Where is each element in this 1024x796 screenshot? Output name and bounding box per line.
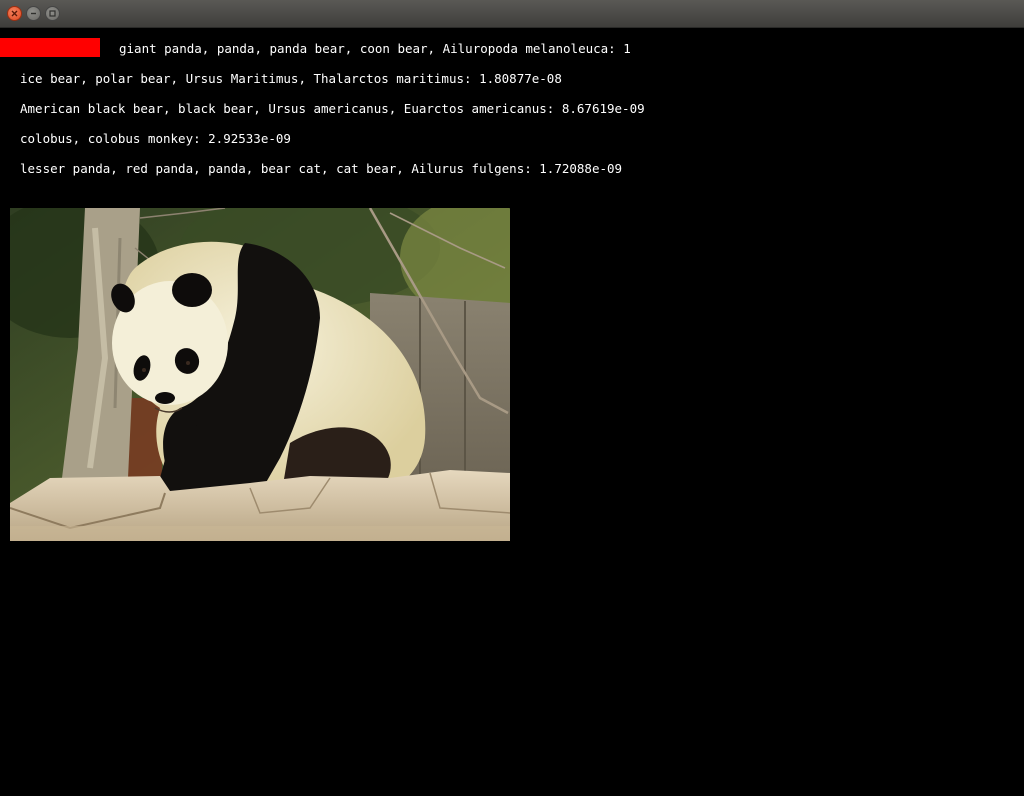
maximize-button[interactable] [45,6,60,21]
prediction-5: lesser panda, red panda, panda, bear cat… [20,161,623,176]
close-icon [11,10,18,17]
prediction-4: colobus, colobus monkey: 2.92533e-09 [20,131,291,146]
prediction-3: American black bear, black bear, Ursus a… [20,101,645,116]
input-image-panda [10,208,510,541]
app-canvas: giant panda, panda, panda bear, coon bea… [0,28,1024,796]
window-titlebar[interactable] [0,0,1024,28]
maximize-icon [49,10,56,17]
close-button[interactable] [7,6,22,21]
prediction-1: giant panda, panda, panda bear, coon bea… [119,41,631,56]
top-score-bar [0,38,100,57]
panda-photo [10,208,510,541]
minimize-icon [31,12,36,15]
prediction-2: ice bear, polar bear, Ursus Maritimus, T… [20,71,562,86]
minimize-button[interactable] [26,6,41,21]
